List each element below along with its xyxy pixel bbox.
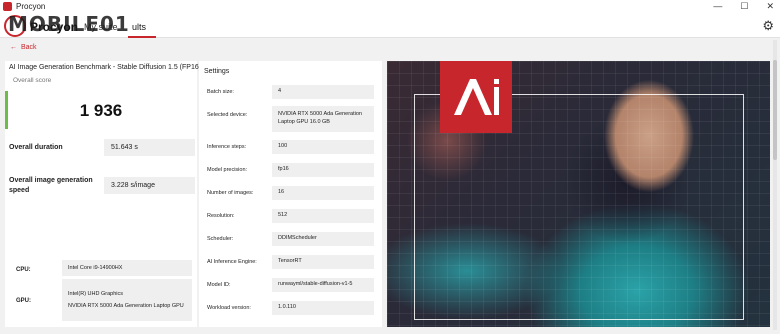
tab-results[interactable]: ults	[132, 22, 146, 32]
score-label: Overall score	[13, 77, 52, 84]
window-titlebar: Procyon — ☐ ✕	[0, 0, 780, 12]
ai-logo-icon	[440, 61, 512, 133]
overall-score: 1 936	[79, 101, 123, 120]
system-label-gpu: GPU:	[16, 298, 31, 304]
settings-title: Settings	[204, 68, 230, 75]
maximize-icon[interactable]: ☐	[740, 1, 748, 12]
metric-value-duration: 51.643 s	[104, 139, 195, 156]
window-title: Procyon	[16, 1, 46, 11]
active-tab-indicator	[128, 36, 156, 38]
setting-label: Model precision:	[207, 167, 248, 173]
metric-label-duration: Overall duration	[9, 144, 63, 151]
benchmark-artwork	[387, 61, 770, 327]
system-value-cpu: Intel Core i9-14900HX	[62, 260, 192, 276]
gpu-line: Intel(R) UHD Graphics	[68, 290, 124, 297]
setting-label: AI Inference Engine:	[207, 259, 257, 265]
app-logo-icon	[3, 1, 12, 11]
setting-label: Inference steps:	[207, 144, 247, 150]
window-controls: — ☐ ✕	[713, 0, 774, 12]
setting-label: Scheduler:	[207, 236, 234, 242]
setting-value: 1.0.110	[272, 301, 374, 315]
system-label-cpu: CPU:	[16, 267, 31, 273]
setting-value: TensorRT	[272, 255, 374, 269]
setting-label: Number of images:	[207, 190, 254, 196]
back-label: Back	[21, 44, 37, 51]
minimize-icon[interactable]: —	[713, 1, 722, 11]
result-panel: AI Image Generation Benchmark - Stable D…	[5, 61, 201, 327]
metric-label-speed: Overall image generation speed	[9, 177, 93, 195]
setting-label: Selected device:	[207, 112, 248, 118]
setting-value: 512	[272, 209, 374, 223]
back-arrow-icon: ←	[10, 44, 17, 51]
setting-value: 100	[272, 140, 374, 154]
setting-value: NVIDIA RTX 5000 Ada Generation Laptop GP…	[272, 106, 374, 132]
cpu-line: Intel Core i9-14900HX	[68, 264, 123, 271]
scrollbar-thumb[interactable]	[773, 60, 777, 160]
gear-icon[interactable]: ⚙	[762, 18, 774, 34]
gpu-line: NVIDIA RTX 5000 Ada Generation Laptop GP…	[68, 303, 184, 309]
watermark-logo: MOBILE01	[8, 12, 130, 36]
setting-label: Workload version:	[207, 305, 251, 311]
back-button[interactable]: ← Back	[10, 44, 37, 51]
setting-value: DDIMScheduler	[272, 232, 374, 246]
setting-label: Model ID:	[207, 282, 231, 288]
setting-value: 16	[272, 186, 374, 200]
setting-label: Batch size:	[207, 89, 234, 95]
setting-value: runwayml/stable-diffusion-v1-5	[272, 278, 374, 292]
settings-panel: Settings Batch size: 4 Selected device: …	[199, 61, 382, 327]
setting-label: Resolution:	[207, 213, 235, 219]
benchmark-title: AI Image Generation Benchmark - Stable D…	[9, 64, 202, 71]
setting-value: fp16	[272, 163, 374, 177]
app-header: Procyon My suite ults MOBILE01 ⚙	[0, 12, 780, 38]
setting-value: 4	[272, 85, 374, 99]
close-icon[interactable]: ✕	[766, 1, 774, 12]
system-value-gpu: Intel(R) UHD Graphics NVIDIA RTX 5000 Ad…	[62, 279, 192, 321]
metric-value-speed: 3.228 s/image	[104, 177, 195, 194]
